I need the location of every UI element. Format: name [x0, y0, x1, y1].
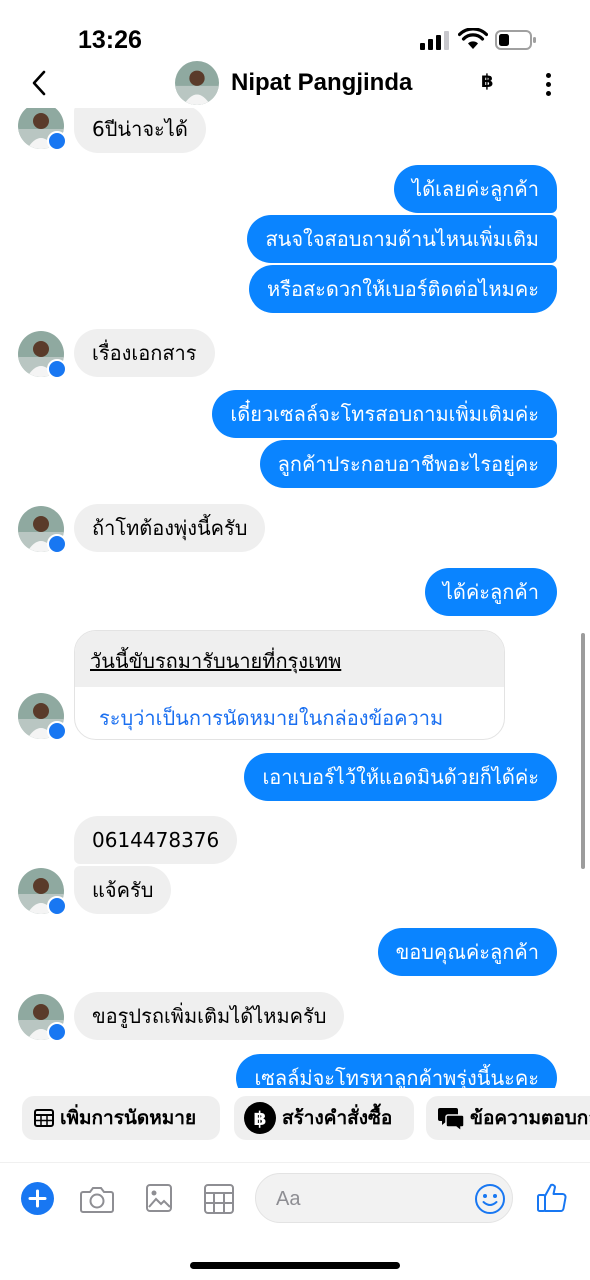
message-bubble-outgoing[interactable]: ได้ค่ะลูกค้า — [424, 568, 557, 616]
message-input-field[interactable] — [255, 1173, 513, 1223]
chip-label: ข้อความตอบกลับ — [470, 1107, 590, 1129]
sender-avatar[interactable] — [18, 108, 67, 151]
baht-icon[interactable]: ฿ — [481, 71, 494, 92]
appointment-link[interactable]: ระบุว่าเป็นการนัดหมายในกล่องข้อความ — [99, 702, 443, 734]
sender-avatar[interactable] — [18, 331, 67, 379]
add-appointment-chip[interactable]: เพิ่มการนัดหมาย — [22, 1096, 220, 1140]
cellular-signal-icon — [420, 30, 450, 50]
gallery-icon[interactable] — [145, 1183, 173, 1213]
message-bubble-outgoing[interactable]: สนจใจสอบถามด้านไหนเพิ่มเติม — [247, 215, 557, 263]
contact-avatar[interactable] — [175, 61, 219, 105]
sender-avatar[interactable] — [18, 994, 67, 1042]
conversation-header: Nipat Pangjinda ฿ — [0, 58, 590, 110]
chip-label: เพิ่มการนัดหมาย — [60, 1107, 197, 1129]
messenger-badge-icon — [47, 1022, 67, 1042]
svg-text:฿: ฿ — [253, 1108, 266, 1130]
message-composer — [0, 1162, 590, 1238]
quick-actions-bar: เพิ่มการนัดหมาย ฿ สร้างคำสั่งซื้อ ข้อควา… — [0, 1096, 590, 1146]
message-bubble-outgoing[interactable]: เอาเบอร์ไว้ให้แอดมินด้วยก็ได้ค่ะ — [244, 753, 557, 801]
messenger-badge-icon — [47, 896, 67, 916]
message-bubble-incoming[interactable]: แจ้ครับ — [74, 866, 172, 914]
emoji-icon[interactable] — [474, 1183, 506, 1215]
message-bubble-outgoing[interactable]: หรือสะดวกให้เบอร์ติดต่อไหมคะ — [249, 265, 557, 313]
message-bubble-outgoing[interactable]: ขอบคุณค่ะลูกค้า — [377, 928, 557, 976]
calendar-grid-icon — [34, 1109, 54, 1127]
home-indicator[interactable] — [190, 1262, 400, 1269]
wifi-icon — [458, 28, 488, 49]
status-time: 13:26 — [78, 26, 142, 54]
message-bubble-incoming[interactable]: ถ้าโทต้องพุ่งนี้ครับ — [74, 504, 266, 552]
message-bubble-incoming[interactable]: 6ปีน่าจะได้ — [74, 108, 206, 153]
contact-name[interactable]: Nipat Pangjinda — [231, 69, 412, 97]
saved-replies-chip[interactable]: ข้อความตอบกลับ — [426, 1096, 590, 1140]
message-bubble-incoming[interactable]: เรื่องเอกสาร — [74, 329, 215, 377]
sender-avatar[interactable] — [18, 868, 67, 916]
sender-avatar[interactable] — [18, 506, 67, 554]
appointment-card[interactable]: วันนี้ขับรถมารับนายที่กรุงเทพ ระบุว่าเป็… — [74, 630, 505, 740]
messenger-badge-icon — [47, 721, 67, 741]
message-bubble-outgoing[interactable]: เดี๋ยวเซลล์จะโทรสอบถามเพิ่มเติมค่ะ — [212, 390, 557, 438]
plus-icon[interactable] — [21, 1182, 54, 1215]
message-thread[interactable]: 6ปีน่าจะได้ ได้เลยค่ะลูกค้า สนจใจสอบถามด… — [0, 108, 590, 1088]
battery-icon — [495, 30, 536, 50]
chip-label: สร้างคำสั่งซื้อ — [282, 1107, 393, 1129]
back-chevron-icon[interactable] — [28, 68, 52, 98]
baht-icon: ฿ — [244, 1102, 276, 1134]
chat-bubbles-icon — [438, 1108, 465, 1131]
message-bubble-incoming[interactable]: 0614478376 — [74, 816, 238, 864]
camera-icon[interactable] — [80, 1184, 114, 1214]
more-options-icon[interactable] — [545, 71, 553, 97]
create-order-chip[interactable]: ฿ สร้างคำสั่งซื้อ — [234, 1096, 414, 1140]
chat-scrollbar[interactable] — [581, 633, 585, 869]
messenger-badge-icon — [47, 131, 67, 151]
thumbs-up-icon[interactable] — [536, 1181, 570, 1215]
messenger-badge-icon — [47, 359, 67, 379]
message-input[interactable] — [276, 1184, 456, 1214]
status-bar: 13:26 — [0, 0, 590, 62]
message-bubble-outgoing[interactable]: ลูกค้าประกอบอาชีพอะไรอยู่คะ — [259, 440, 557, 488]
appointment-title: วันนี้ขับรถมารับนายที่กรุงเทพ — [90, 649, 342, 673]
sender-avatar[interactable] — [18, 693, 67, 741]
message-bubble-incoming[interactable]: ขอรูปรถเพิ่มเติมได้ไหมครับ — [74, 992, 345, 1040]
message-bubble-outgoing[interactable]: ได้เลยค่ะลูกค้า — [394, 165, 557, 213]
table-grid-icon[interactable] — [203, 1183, 235, 1215]
messenger-badge-icon — [47, 534, 67, 554]
message-bubble-outgoing[interactable]: เซลล์ม่จะโทรหาลูกค้าพรุ่งนี้นะคะ — [236, 1054, 557, 1088]
